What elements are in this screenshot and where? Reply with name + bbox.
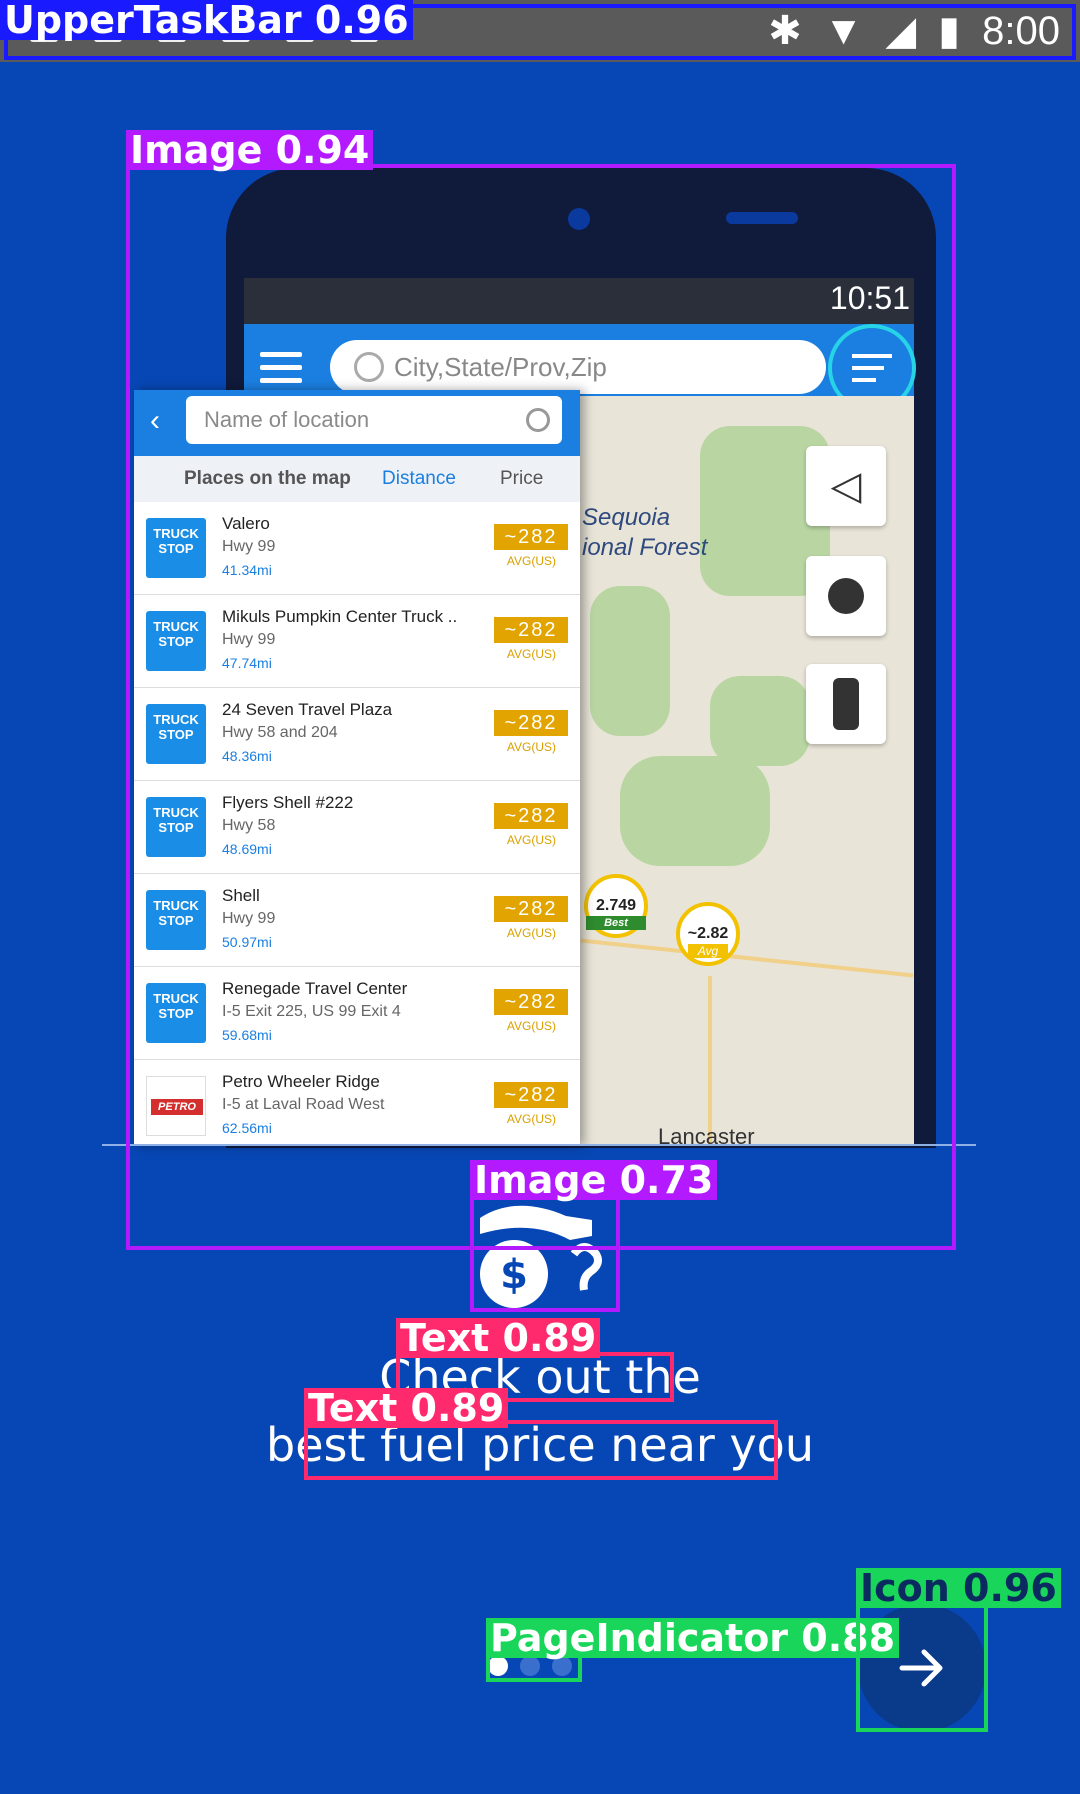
- image-detection-label: Image 0.94: [126, 130, 374, 170]
- text-detection-label: Text 0.89: [396, 1318, 601, 1358]
- icon-image-detection-label: Image 0.73: [470, 1160, 718, 1200]
- pager-detection-label: PageIndicator 0.88: [486, 1618, 900, 1658]
- icon-detection-label: Icon 0.96: [856, 1568, 1061, 1608]
- text-detection-label: Text 0.89: [304, 1388, 509, 1428]
- taskbar-detection-label: UpperTaskBar 0.96: [0, 0, 413, 40]
- icon-image-detection-box: [470, 1194, 620, 1312]
- image-detection-box: [126, 164, 956, 1250]
- icon-detection-box: [856, 1600, 988, 1732]
